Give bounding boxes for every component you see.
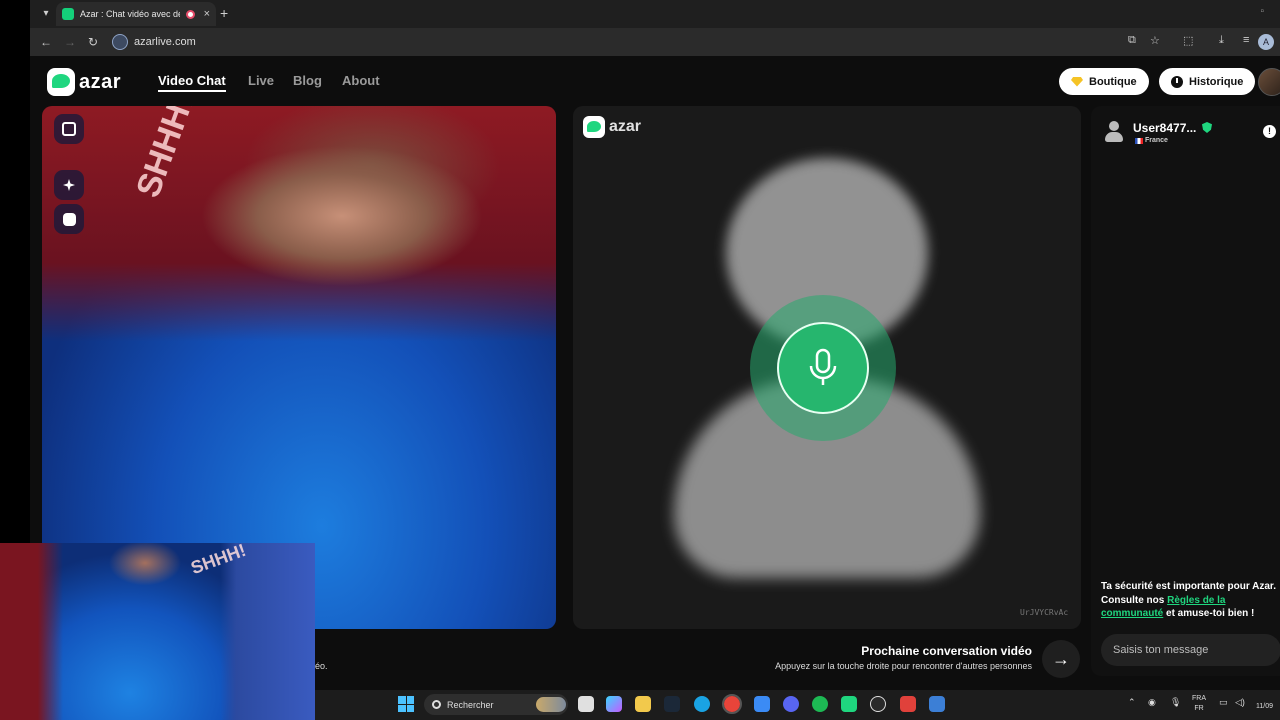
next-conversation-subtitle: Appuyez sur la touche droite pour rencon… — [775, 661, 1032, 671]
reload-icon[interactable]: ↻ — [88, 35, 98, 49]
discord-icon[interactable] — [783, 696, 799, 712]
language-line-1: FRA — [1192, 695, 1206, 702]
taskbar-search-text: Rechercher — [447, 699, 494, 710]
next-conversation-button[interactable]: → — [1042, 640, 1080, 678]
left-caption-text: éo. — [315, 661, 328, 671]
tab-search-chevron-icon[interactable]: ▾ — [38, 6, 54, 22]
recording-indicator-icon — [186, 9, 195, 19]
forward-arrow-icon[interactable]: → — [64, 35, 76, 49]
user-profile-avatar[interactable] — [1258, 68, 1280, 96]
edge-icon[interactable] — [694, 696, 710, 712]
bookmark-star-icon[interactable]: ☆ — [1150, 34, 1160, 47]
boutique-label: Boutique — [1089, 75, 1137, 88]
spotify-icon[interactable] — [812, 696, 828, 712]
webcam-neon-sign-text: SHHH! — [188, 543, 249, 579]
copilot-icon[interactable] — [606, 696, 622, 712]
nav-blog[interactable]: Blog — [293, 73, 322, 88]
france-flag-icon — [1135, 138, 1143, 144]
clock-icon — [1171, 75, 1183, 88]
fullscreen-button[interactable] — [54, 114, 84, 144]
network-icon[interactable]: ▭ — [1219, 697, 1228, 708]
todo-icon[interactable] — [754, 696, 770, 712]
task-view-icon[interactable] — [578, 696, 594, 712]
tab-bar — [30, 0, 1280, 28]
message-input[interactable] — [1101, 634, 1280, 666]
taskbar-date[interactable]: 11/09 — [1256, 703, 1273, 710]
chrome-icon[interactable] — [722, 694, 742, 714]
webcam-overlay: SHHH! — [0, 543, 315, 720]
language-line-2: FR — [1194, 705, 1204, 712]
safety-notice: Ta sécurité est importante pour Azar. Co… — [1101, 580, 1279, 621]
address-bar — [30, 28, 1280, 56]
face-icon — [62, 212, 76, 226]
stream-id: UrJVYCRvAc — [1020, 608, 1069, 617]
arrow-right-icon: → — [1052, 648, 1070, 669]
historique-button[interactable]: Historique — [1159, 68, 1256, 95]
url-text: azarlive.com — [134, 36, 196, 48]
new-tab-button[interactable]: + — [220, 5, 228, 21]
historique-label: Historique — [1189, 75, 1244, 88]
video-controls — [54, 114, 84, 244]
download-icon[interactable]: ⤓ — [1219, 34, 1224, 47]
browser-profile-avatar[interactable]: A — [1258, 34, 1274, 50]
media-control-icon[interactable]: ≡ — [1243, 34, 1249, 46]
microphone-icon — [809, 348, 837, 385]
tray-chevron-icon[interactable]: ⌃ — [1128, 697, 1136, 708]
azar-logo[interactable]: azar — [47, 68, 121, 96]
language-indicator[interactable]: FRA FR — [1192, 694, 1206, 714]
azar-logo-icon — [47, 68, 75, 96]
volume-icon[interactable]: ◁) — [1235, 697, 1245, 708]
microphone-button[interactable] — [777, 322, 869, 414]
azar-app-icon[interactable] — [841, 696, 857, 712]
mask-button[interactable] — [54, 204, 84, 234]
azar-logo-text: azar — [79, 70, 122, 93]
red-app-icon[interactable] — [900, 696, 916, 712]
sparkle-icon — [63, 179, 75, 191]
nav-video-chat[interactable]: Video Chat — [158, 73, 226, 92]
neon-sign-text: SHHH! — [129, 106, 202, 203]
back-arrow-icon[interactable]: ← — [40, 35, 52, 49]
nav-about[interactable]: About — [342, 73, 380, 88]
report-button[interactable]: ! — [1263, 125, 1276, 138]
blue-app-icon[interactable] — [929, 696, 945, 712]
partner-username[interactable]: User8477... — [1133, 121, 1196, 135]
cast-icon[interactable]: ⧉ — [1128, 34, 1136, 47]
site-info-icon[interactable] — [112, 34, 128, 50]
taskbar-search[interactable]: Rechercher — [424, 694, 568, 715]
restore-window-icon[interactable]: ▫ — [1260, 6, 1264, 17]
partner-video-watermark: azar — [583, 116, 641, 138]
azar-favicon-icon — [62, 8, 74, 20]
partner-country: France — [1145, 137, 1168, 144]
steam-tray-icon[interactable]: ◉ — [1148, 697, 1156, 708]
g-app-icon[interactable] — [870, 696, 886, 712]
windows-start-icon[interactable] — [398, 696, 414, 712]
user-avatar-icon — [1104, 121, 1124, 143]
file-explorer-icon[interactable] — [635, 696, 651, 712]
mic-tray-icon[interactable]: 🎙︎ — [1170, 697, 1181, 708]
next-conversation-title: Prochaine conversation vidéo — [861, 644, 1032, 658]
nav-live[interactable]: Live — [248, 73, 274, 88]
azar-watermark-text: azar — [609, 118, 642, 135]
browser-tab[interactable]: Azar : Chat vidéo avec de n × — [56, 2, 216, 26]
search-icon — [432, 700, 441, 709]
extensions-icon[interactable]: ⬚ — [1183, 34, 1193, 47]
effects-button[interactable] — [54, 170, 84, 200]
azar-watermark-icon — [583, 116, 605, 138]
steam-icon[interactable] — [664, 696, 680, 712]
search-highlight-image — [536, 697, 566, 712]
boutique-button[interactable]: Boutique — [1059, 68, 1149, 95]
gem-icon — [1071, 76, 1083, 87]
safety-text-2: et amuse-toi bien ! — [1163, 608, 1255, 619]
expand-icon — [62, 122, 76, 136]
tab-close-button[interactable]: × — [204, 8, 210, 20]
left-black-strip — [0, 0, 30, 540]
url-field[interactable]: azarlive.com — [112, 33, 196, 51]
tab-title: Azar : Chat vidéo avec de n — [80, 9, 180, 19]
